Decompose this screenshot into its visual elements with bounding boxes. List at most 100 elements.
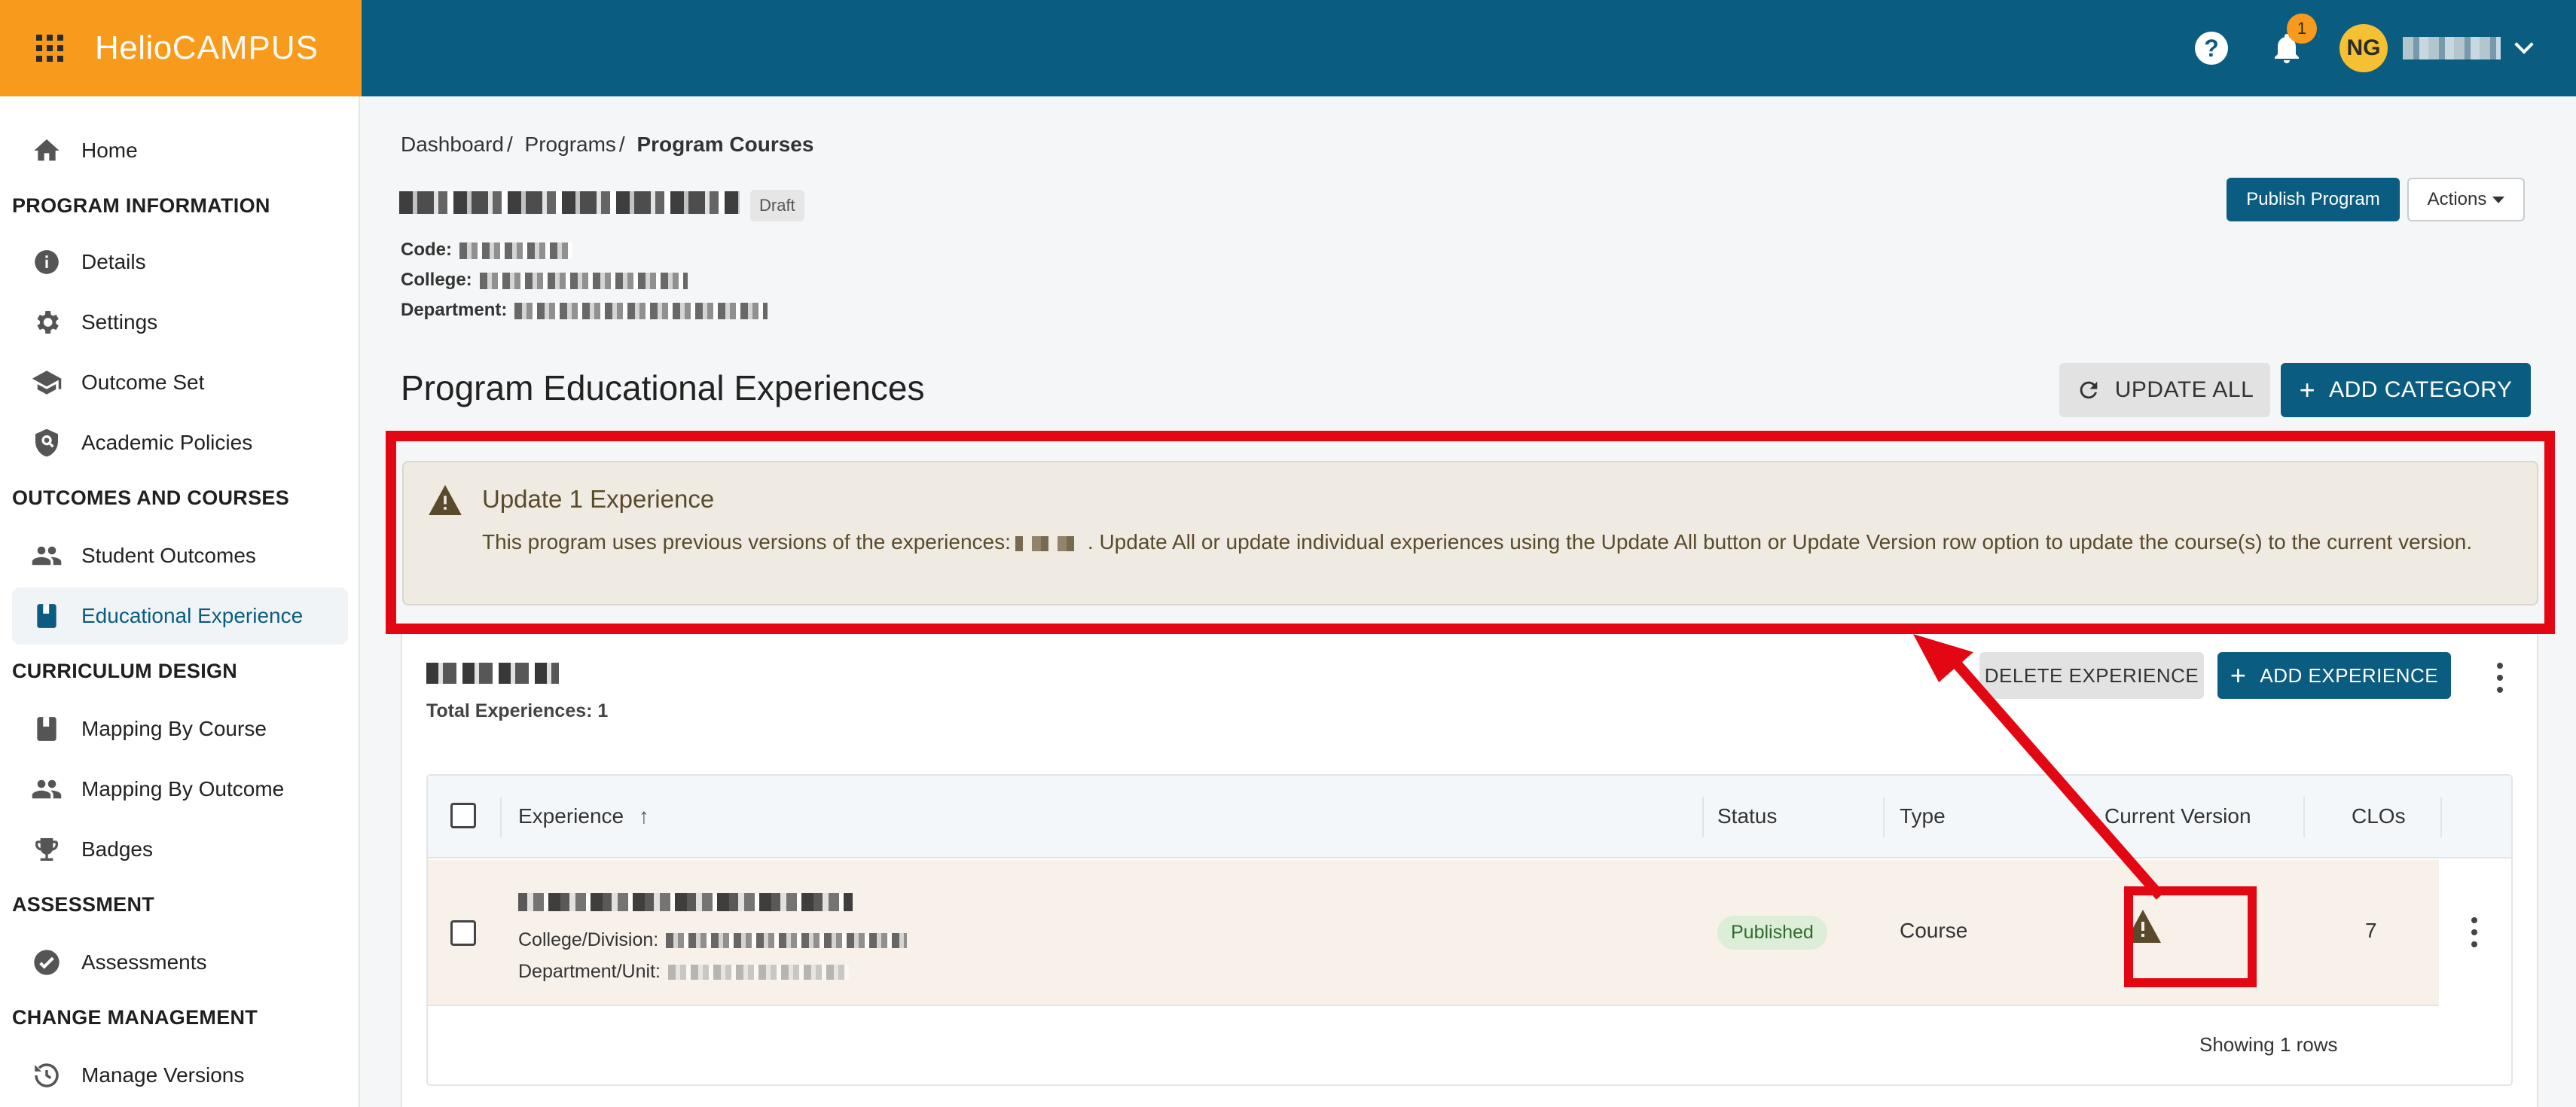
breadcrumb-dashboard[interactable]: Dashboard: [401, 133, 504, 156]
column-divider: [1702, 797, 1704, 837]
highlight-box: [386, 431, 2555, 634]
department-value-redacted: [514, 302, 768, 319]
shield-search-icon: [29, 425, 65, 461]
sidebar-item-label: Details: [81, 250, 146, 273]
info-icon: [29, 244, 65, 280]
department-label: Department:: [401, 300, 508, 320]
sidebar-item-academic-policies[interactable]: Academic Policies: [12, 414, 348, 471]
arrow-up-icon: ↑: [638, 804, 649, 828]
notifications-button[interactable]: 1: [2269, 14, 2317, 66]
top-header: HelioCAMPUS ? 1 NG: [0, 0, 2576, 96]
column-header-experience[interactable]: Experience ↑: [518, 804, 649, 828]
sidebar-item-assessments[interactable]: Assessments: [12, 934, 348, 991]
breadcrumb: Dashboard / Programs / Program Courses: [401, 133, 813, 157]
section-title-curriculum-design: CURRICULUM DESIGN: [12, 660, 238, 682]
page-title: Program Educational Experiences: [401, 368, 925, 407]
help-icon[interactable]: ?: [2195, 32, 2228, 65]
breadcrumb-current: Program Courses: [636, 133, 814, 156]
experience-label: Experience: [518, 804, 624, 828]
sidebar-item-educational-experience[interactable]: Educational Experience: [12, 587, 348, 645]
add-experience-label: ADD EXPERIENCE: [2260, 663, 2439, 687]
code-value-redacted: [459, 242, 572, 259]
column-header-type[interactable]: Type: [1900, 804, 1946, 828]
college-division-label: College/Division:: [518, 929, 659, 950]
sidebar-item-mapping-by-course[interactable]: Mapping By Course: [12, 700, 348, 758]
sidebar-item-label: Manage Versions: [81, 1063, 245, 1087]
status-badge: Published: [1717, 916, 1827, 950]
column-header-clos[interactable]: CLOs: [2352, 804, 2406, 828]
row-checkbox[interactable]: [450, 920, 476, 946]
department-unit-redacted: [667, 965, 849, 980]
home-icon: [29, 133, 65, 169]
publish-program-button[interactable]: Publish Program: [2227, 178, 2400, 221]
update-all-button[interactable]: UPDATE ALL: [2059, 363, 2270, 417]
apps-grid-icon[interactable]: [36, 35, 63, 62]
clos-cell: 7: [2365, 919, 2377, 942]
experience-college: College/Division:: [518, 929, 908, 951]
row-more-options-icon[interactable]: [2471, 917, 2478, 947]
brand-area: HelioCAMPUS: [0, 0, 362, 96]
sidebar-item-home[interactable]: Home: [12, 122, 348, 179]
sidebar-item-student-outcomes[interactable]: Student Outcomes: [12, 527, 348, 584]
graduation-cap-icon: [29, 364, 65, 401]
sidebar-item-label: Settings: [81, 310, 158, 334]
row-actions: [2439, 860, 2511, 1006]
sidebar-item-mapping-by-outcome[interactable]: Mapping By Outcome: [12, 761, 348, 818]
sidebar-item-badges[interactable]: Badges: [12, 821, 348, 878]
check-circle-icon: [29, 944, 65, 980]
sidebar-item-label: Mapping By Course: [81, 717, 267, 740]
type-cell: Course: [1900, 919, 1968, 942]
add-category-button[interactable]: + ADD CATEGORY: [2281, 363, 2531, 417]
plus-icon: +: [2230, 660, 2247, 691]
table-footer: Showing 1 rows: [2199, 1033, 2338, 1056]
breadcrumb-separator: /: [506, 133, 513, 156]
program-name-redacted: [399, 191, 740, 214]
section-title-assessment: ASSESSMENT: [12, 893, 155, 916]
plus-icon: +: [2299, 374, 2316, 405]
sidebar-item-label: Outcome Set: [81, 371, 205, 394]
column-header-status[interactable]: Status: [1717, 804, 1777, 828]
department-unit-label: Department/Unit:: [518, 961, 661, 982]
book-closed-icon: [29, 711, 65, 747]
column-divider: [2303, 797, 2305, 837]
sidebar-item-settings[interactable]: Settings: [12, 294, 348, 351]
section-title-outcomes-and-courses: OUTCOMES AND COURSES: [12, 486, 290, 509]
trophy-icon: [29, 831, 65, 868]
breadcrumb-programs[interactable]: Programs: [525, 133, 616, 156]
sidebar-item-label: Mapping By Outcome: [81, 777, 285, 801]
avatar[interactable]: NG: [2339, 24, 2388, 72]
actions-dropdown[interactable]: Actions: [2407, 178, 2525, 221]
column-divider: [500, 797, 502, 837]
sidebar-item-label: Student Outcomes: [81, 544, 256, 567]
history-icon: [29, 1057, 65, 1093]
sidebar: Home PROGRAM INFORMATION Details Setting…: [0, 96, 360, 1107]
experience-name-redacted[interactable]: [518, 893, 853, 911]
refresh-icon: [2080, 381, 2098, 399]
sidebar-item-label: Home: [81, 139, 138, 162]
header-actions: ? 1 NG: [2195, 0, 2576, 96]
sidebar-item-label: Badges: [81, 837, 153, 861]
chevron-down-icon[interactable]: [2514, 35, 2534, 54]
sidebar-item-outcome-set[interactable]: Outcome Set: [12, 354, 348, 411]
more-options-icon[interactable]: [2496, 663, 2504, 693]
add-experience-button[interactable]: + ADD EXPERIENCE: [2217, 652, 2451, 699]
heliocampus-logo[interactable]: HelioCAMPUS: [95, 29, 319, 67]
breadcrumb-separator: /: [618, 133, 625, 156]
update-all-label: UPDATE ALL: [2114, 377, 2254, 402]
sidebar-item-label: Assessments: [81, 950, 207, 974]
college-label: College:: [401, 270, 472, 290]
college-value-redacted: [479, 272, 688, 289]
user-name-redacted[interactable]: [2403, 37, 2501, 59]
delete-experience-button[interactable]: DELETE EXPERIENCE: [1979, 652, 2204, 699]
table-header: Experience ↑ Status Type Current Version…: [428, 776, 2511, 858]
people-icon: [29, 771, 65, 807]
sidebar-item-manage-versions[interactable]: Manage Versions: [12, 1047, 348, 1104]
gear-icon: [29, 304, 65, 340]
column-header-current-version[interactable]: Current Version: [2104, 804, 2251, 828]
sidebar-item-details[interactable]: Details: [12, 233, 348, 291]
highlight-box: [2124, 886, 2257, 987]
sidebar-item-label: Educational Experience: [81, 604, 304, 627]
column-divider: [2440, 797, 2442, 837]
select-all-checkbox[interactable]: [450, 803, 476, 828]
column-divider: [1883, 797, 1885, 837]
